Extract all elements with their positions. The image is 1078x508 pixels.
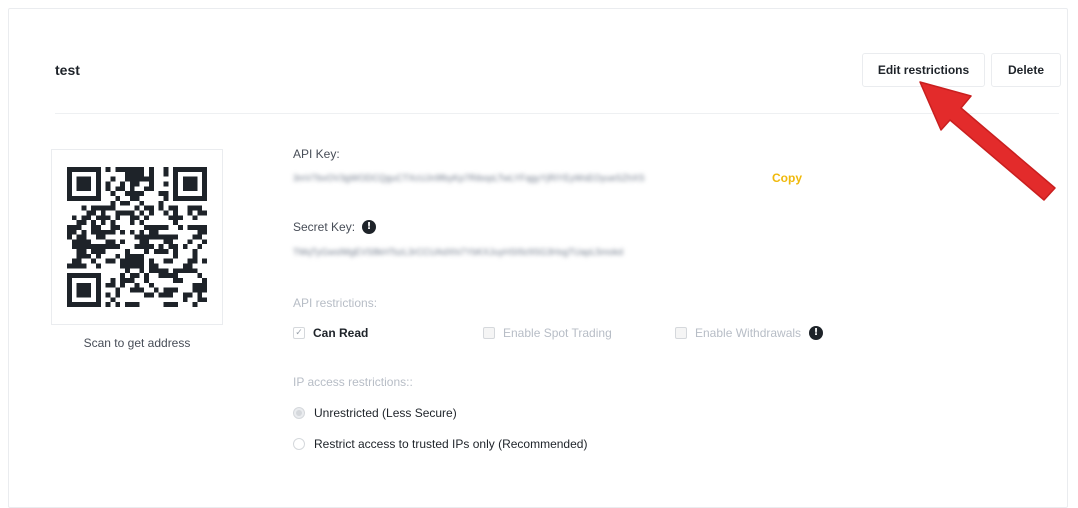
checkbox-icon[interactable] [675, 327, 687, 339]
ip-restrictions-label: IP access restrictions:: [293, 375, 413, 389]
copy-api-key-link[interactable]: Copy [772, 171, 802, 185]
api-key-label-text: API Key: [293, 147, 340, 161]
header-divider [55, 113, 1059, 114]
qr-caption: Scan to get address [83, 336, 191, 350]
info-circle-icon[interactable]: ! [809, 326, 824, 340]
permission-label: Enable Withdrawals [695, 326, 802, 340]
ip-option-label: Restrict access to trusted IPs only (Rec… [314, 437, 588, 451]
info-circle-icon[interactable]: ! [362, 220, 377, 234]
secret-key-value: TMqTyGwsIMgEVS8kHTszL3rCCUAdXhi7YbKXJuyH… [293, 247, 624, 257]
secret-key-label-text: Secret Key: [293, 220, 356, 234]
permission-label: Enable Spot Trading [503, 326, 612, 340]
checkmark-icon[interactable]: ✓ [293, 327, 305, 339]
radio-selected-icon[interactable] [293, 407, 305, 419]
ip-option-restricted[interactable]: Restrict access to trusted IPs only (Rec… [293, 437, 587, 451]
qr-code-container [51, 149, 223, 325]
api-key-value: 3mV7bvOV3gWODCQguCTXcUJn9fbyKp7RibopLTwL… [293, 173, 645, 183]
ip-option-label: Unrestricted (Less Secure) [314, 406, 457, 420]
permission-enable-withdrawals[interactable]: Enable Withdrawals ! [675, 326, 824, 340]
radio-icon[interactable] [293, 438, 305, 450]
api-key-label: API Key: [293, 147, 340, 161]
secret-key-label: Secret Key: ! [293, 220, 377, 234]
permission-enable-spot-trading[interactable]: Enable Spot Trading [483, 326, 612, 340]
permission-can-read[interactable]: ✓ Can Read [293, 326, 368, 340]
api-restrictions-label: API restrictions: [293, 296, 378, 310]
permission-label: Can Read [313, 326, 369, 340]
qr-code-icon [67, 167, 207, 307]
delete-button[interactable]: Delete [991, 53, 1061, 87]
api-key-name: test [55, 62, 80, 78]
checkbox-icon[interactable] [483, 327, 495, 339]
edit-restrictions-button[interactable]: Edit restrictions [862, 53, 985, 87]
ip-option-unrestricted[interactable]: Unrestricted (Less Secure) [293, 406, 457, 420]
api-key-card: test Edit restrictions Delete Scan to ge… [8, 8, 1068, 508]
